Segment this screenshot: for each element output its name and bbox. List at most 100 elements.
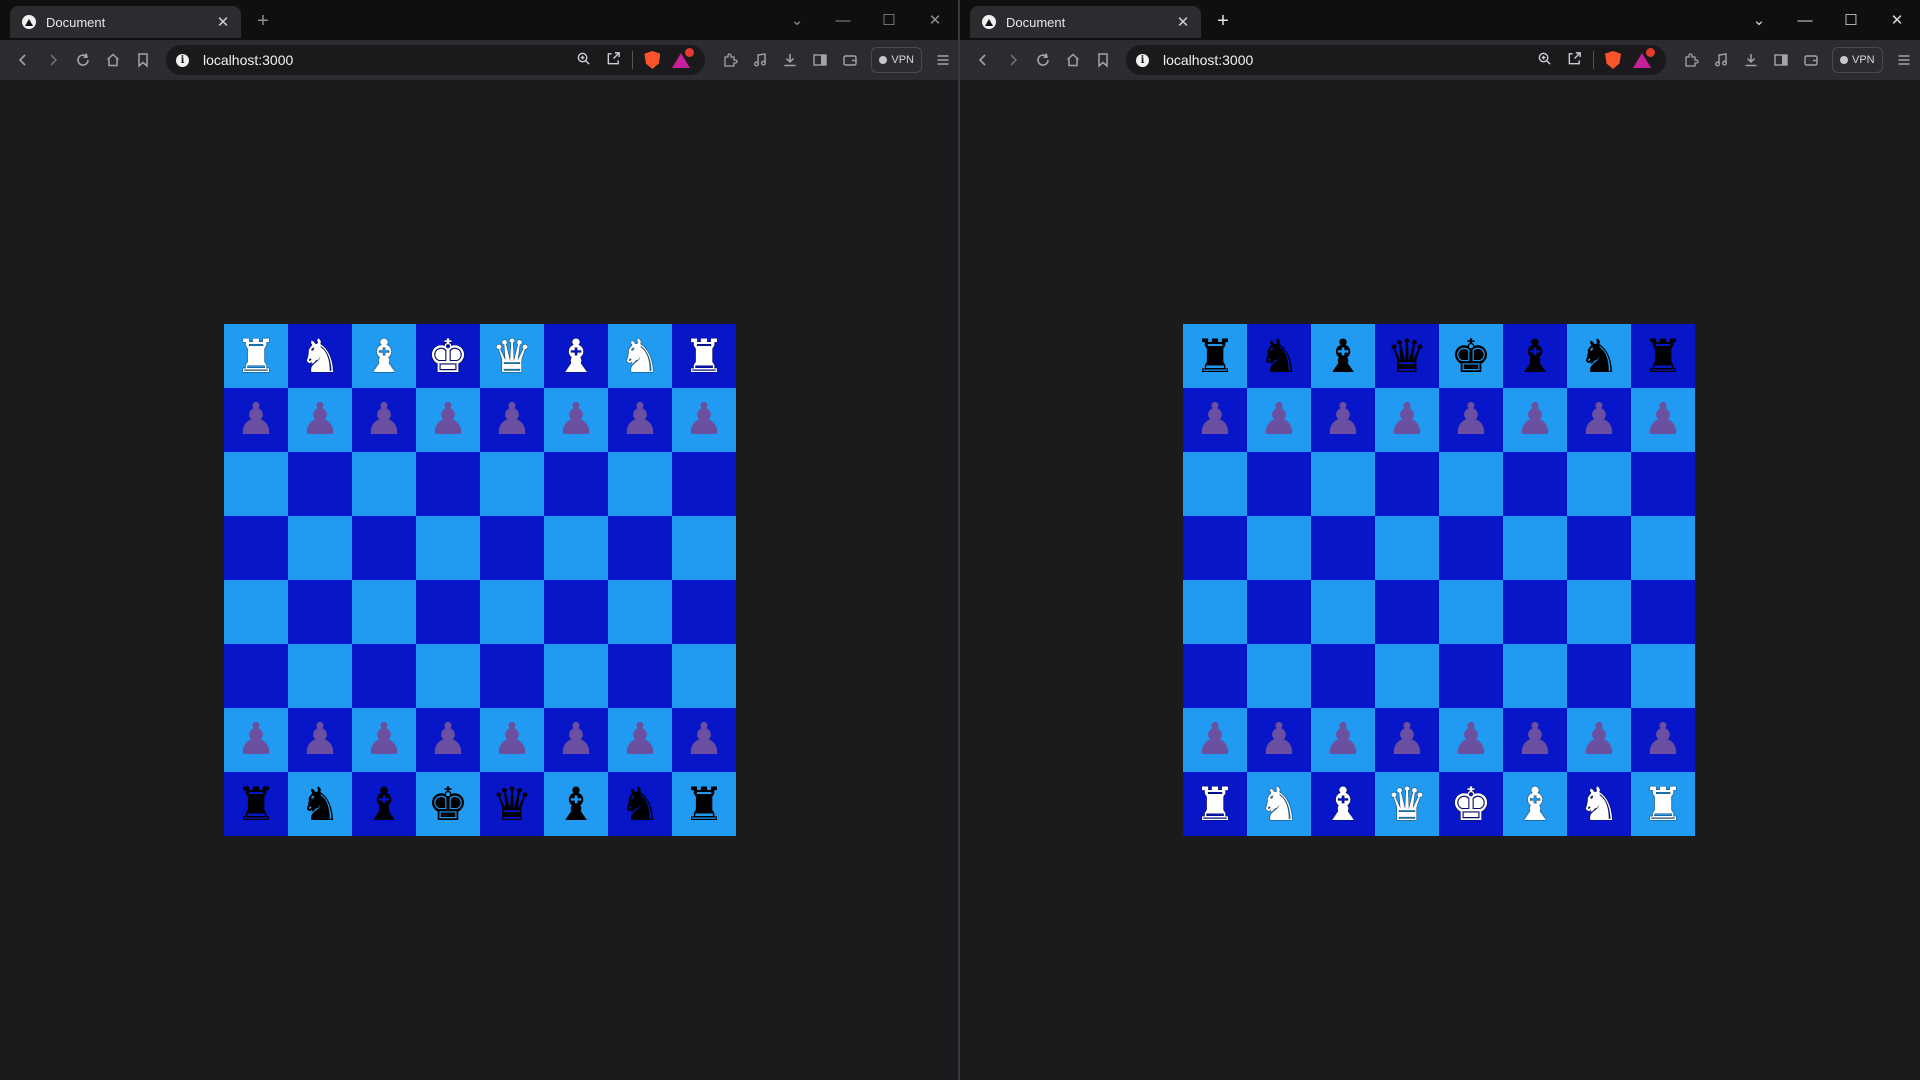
square-b8[interactable]: ♞ (288, 324, 352, 388)
chess-piece[interactable]: ♝ (363, 781, 404, 827)
chess-piece[interactable]: ♛ (491, 781, 532, 827)
chess-piece[interactable]: ♜ (235, 781, 276, 827)
square-f7[interactable]: ♟ (544, 388, 608, 452)
square-f3[interactable] (544, 644, 608, 708)
square-c1[interactable]: ♝ (352, 772, 416, 836)
new-tab-button[interactable]: + (252, 10, 274, 32)
chess-piece[interactable]: ♞ (1578, 333, 1619, 379)
square-f1[interactable]: ♝ (1503, 772, 1567, 836)
chess-piece[interactable]: ♞ (1258, 333, 1299, 379)
square-d8[interactable]: ♚ (416, 324, 480, 388)
square-e4[interactable] (480, 580, 544, 644)
chess-piece[interactable]: ♟ (1259, 398, 1298, 442)
square-e4[interactable] (1439, 580, 1503, 644)
square-b6[interactable] (288, 452, 352, 516)
brave-rewards-icon[interactable] (667, 48, 697, 69)
square-d1[interactable]: ♛ (1375, 772, 1439, 836)
tab-document[interactable]: Document ✕ (970, 6, 1201, 38)
chess-piece[interactable]: ♟ (1451, 398, 1490, 442)
square-a7[interactable]: ♟ (1183, 388, 1247, 452)
square-a1[interactable]: ♜ (224, 772, 288, 836)
square-b7[interactable]: ♟ (1247, 388, 1311, 452)
chess-piece[interactable]: ♟ (556, 718, 595, 762)
downloads-icon[interactable] (775, 45, 805, 75)
square-f4[interactable] (1503, 580, 1567, 644)
square-b8[interactable]: ♞ (1247, 324, 1311, 388)
brave-shields-icon[interactable] (637, 51, 667, 69)
chess-piece[interactable]: ♟ (1579, 398, 1618, 442)
square-d5[interactable] (1375, 516, 1439, 580)
address-bar[interactable]: i localhost:3000 (166, 45, 706, 75)
chess-piece[interactable]: ♜ (1642, 781, 1683, 827)
square-g2[interactable]: ♟ (608, 708, 672, 772)
square-g6[interactable] (1567, 452, 1631, 516)
chess-piece[interactable]: ♜ (683, 333, 724, 379)
zoom-icon[interactable] (1529, 51, 1559, 70)
chess-piece[interactable]: ♜ (1194, 781, 1235, 827)
square-d7[interactable]: ♟ (1375, 388, 1439, 452)
square-a8[interactable]: ♜ (1183, 324, 1247, 388)
forward-arrow-icon[interactable] (38, 45, 68, 75)
square-h7[interactable]: ♟ (1631, 388, 1695, 452)
chess-piece[interactable]: ♟ (1387, 718, 1426, 762)
square-d3[interactable] (416, 644, 480, 708)
square-g7[interactable]: ♟ (608, 388, 672, 452)
square-h7[interactable]: ♟ (672, 388, 736, 452)
chess-piece[interactable]: ♛ (1386, 781, 1427, 827)
square-h1[interactable]: ♜ (1631, 772, 1695, 836)
address-bar[interactable]: i localhost:3000 (1126, 45, 1666, 75)
square-e6[interactable] (480, 452, 544, 516)
square-b3[interactable] (1247, 644, 1311, 708)
sidebar-icon[interactable] (805, 45, 835, 75)
square-f2[interactable]: ♟ (1503, 708, 1567, 772)
chess-piece[interactable]: ♝ (555, 781, 596, 827)
chess-piece[interactable]: ♞ (619, 781, 660, 827)
square-h5[interactable] (1631, 516, 1695, 580)
square-f5[interactable] (544, 516, 608, 580)
chess-piece[interactable]: ♞ (619, 333, 660, 379)
square-d6[interactable] (416, 452, 480, 516)
square-f6[interactable] (544, 452, 608, 516)
square-e3[interactable] (1439, 644, 1503, 708)
square-d3[interactable] (1375, 644, 1439, 708)
chess-piece[interactable]: ♟ (1195, 718, 1234, 762)
sidebar-icon[interactable] (1766, 45, 1796, 75)
square-a6[interactable] (1183, 452, 1247, 516)
square-b7[interactable]: ♟ (288, 388, 352, 452)
square-d2[interactable]: ♟ (1375, 708, 1439, 772)
site-info-icon[interactable]: i (1136, 53, 1149, 67)
square-b1[interactable]: ♞ (288, 772, 352, 836)
square-b1[interactable]: ♞ (1247, 772, 1311, 836)
square-f6[interactable] (1503, 452, 1567, 516)
brave-shields-icon[interactable] (1598, 51, 1628, 69)
chess-piece[interactable]: ♚ (1450, 333, 1491, 379)
downloads-icon[interactable] (1736, 45, 1766, 75)
square-d2[interactable]: ♟ (416, 708, 480, 772)
square-a4[interactable] (224, 580, 288, 644)
close-window-button[interactable]: ✕ (1874, 11, 1920, 29)
square-b4[interactable] (1247, 580, 1311, 644)
zoom-icon[interactable] (568, 51, 598, 70)
square-c6[interactable] (1311, 452, 1375, 516)
chess-piece[interactable]: ♟ (492, 398, 531, 442)
square-f8[interactable]: ♝ (1503, 324, 1567, 388)
vpn-button[interactable]: VPN (1832, 47, 1883, 73)
square-g5[interactable] (1567, 516, 1631, 580)
square-h8[interactable]: ♜ (1631, 324, 1695, 388)
chess-piece[interactable]: ♟ (684, 398, 723, 442)
chess-piece[interactable]: ♝ (1514, 781, 1555, 827)
chess-piece[interactable]: ♚ (427, 333, 468, 379)
square-a3[interactable] (1183, 644, 1247, 708)
chess-piece[interactable]: ♟ (620, 718, 659, 762)
square-b2[interactable]: ♟ (288, 708, 352, 772)
square-c3[interactable] (352, 644, 416, 708)
reload-icon[interactable] (1028, 45, 1058, 75)
chess-piece[interactable]: ♟ (300, 718, 339, 762)
chess-piece[interactable]: ♜ (235, 333, 276, 379)
chess-piece[interactable]: ♜ (683, 781, 724, 827)
square-g5[interactable] (608, 516, 672, 580)
new-tab-button[interactable]: + (1212, 10, 1234, 32)
chess-piece[interactable]: ♟ (428, 398, 467, 442)
square-g6[interactable] (608, 452, 672, 516)
square-c4[interactable] (352, 580, 416, 644)
